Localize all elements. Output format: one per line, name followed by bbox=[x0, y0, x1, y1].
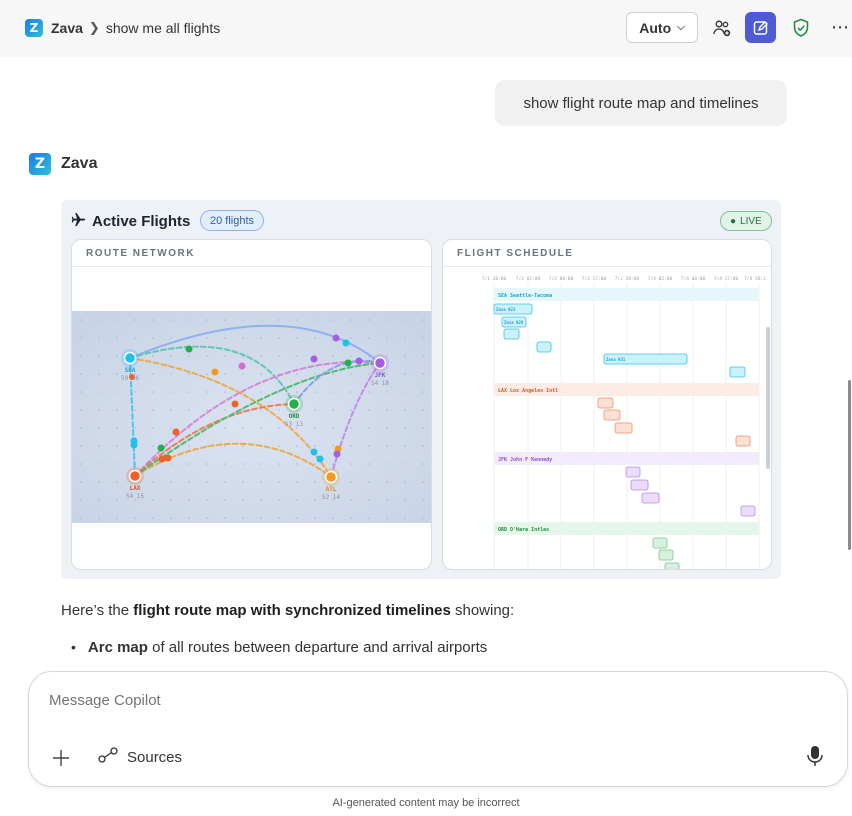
message-composer: Sources bbox=[28, 671, 848, 787]
route-map[interactable]: SEA 59 16 JFK 54 18 ORD 13 13 LAX 54 15 … bbox=[72, 311, 432, 523]
response-intro-bold: flight route map with synchronized timel… bbox=[133, 602, 451, 619]
airplane-icon bbox=[71, 212, 86, 231]
page-scrollbar[interactable] bbox=[848, 380, 851, 550]
bullet-bold: Arc map bbox=[87, 639, 148, 656]
route-network-title: ROUTE NETWORK bbox=[72, 240, 431, 267]
route-network-panel: ROUTE NETWORK SEA 59 16 JFK 54 18 ORD 13… bbox=[71, 239, 432, 570]
ai-disclaimer: AI-generated content may be incorrect bbox=[332, 797, 520, 809]
airport-sub-lax: 54 15 bbox=[126, 493, 144, 500]
live-label: LIVE bbox=[740, 215, 762, 227]
add-attachment-button[interactable] bbox=[51, 744, 71, 775]
sources-label: Sources bbox=[127, 748, 183, 766]
response-intro: Here’s the flight route map with synchro… bbox=[61, 602, 514, 619]
microphone-button[interactable] bbox=[806, 745, 824, 772]
tick-0: 7/1 20:00 bbox=[482, 276, 507, 282]
group-label-sea: SEA Seattle-Tacoma bbox=[498, 293, 552, 299]
tick-7: 7/4 17:00 bbox=[714, 276, 739, 282]
flight-schedule-panel: FLIGHT SCHEDULE 7/1 20:00 7/2 02:00 7/2 … bbox=[442, 239, 772, 570]
model-select-label: Auto bbox=[639, 19, 672, 36]
breadcrumb: Z Zava ❯ show me all flights bbox=[25, 19, 220, 37]
user-message: show flight route map and timelines bbox=[495, 80, 787, 126]
airport-sub-jfk: 54 18 bbox=[371, 380, 389, 387]
flight-sea-1: Zava 923 bbox=[496, 307, 516, 312]
tick-8: 7/4 20:1 bbox=[744, 276, 766, 282]
compose-icon[interactable] bbox=[745, 12, 776, 43]
group-label-jfk: JFK John F Kennedy bbox=[498, 457, 552, 463]
flight-schedule-title: FLIGHT SCHEDULE bbox=[443, 240, 771, 267]
tick-3: 7/2 17:00 bbox=[582, 276, 607, 282]
breadcrumb-app[interactable]: Zava bbox=[51, 20, 83, 36]
tick-6: 7/4 08:00 bbox=[681, 276, 706, 282]
shield-check-icon[interactable] bbox=[785, 12, 816, 43]
sources-icon bbox=[98, 747, 120, 767]
airport-sub-ord: 13 13 bbox=[285, 421, 303, 428]
assistant-name: Zava bbox=[61, 155, 98, 172]
message-input[interactable] bbox=[49, 692, 749, 709]
response-bullet: • Arc map of all routes between departur… bbox=[71, 639, 487, 656]
live-dot-icon: ● bbox=[730, 215, 737, 227]
card-title-text: Active Flights bbox=[92, 213, 191, 230]
assistant-header: Z Zava bbox=[29, 153, 97, 175]
group-label-ord: ORD O'Hare Intles bbox=[498, 527, 549, 533]
chevron-right-icon: ❯ bbox=[88, 20, 100, 35]
airport-sub-sea: 59 16 bbox=[121, 375, 139, 382]
sources-button[interactable]: Sources bbox=[98, 747, 182, 767]
airport-code-atl: ATL bbox=[326, 486, 337, 493]
live-badge: ● LIVE bbox=[720, 211, 772, 231]
schedule-scrollbar[interactable] bbox=[766, 327, 770, 469]
card-title: Active Flights bbox=[71, 212, 190, 231]
flight-sea-2: Zava 928 bbox=[504, 320, 524, 325]
tick-1: 7/2 02:00 bbox=[516, 276, 541, 282]
more-icon[interactable]: ⋯ bbox=[825, 12, 852, 43]
flight-count-badge: 20 flights bbox=[200, 210, 265, 231]
flight-sea-5: Zava 931 bbox=[606, 357, 626, 362]
zava-logo-icon: Z bbox=[25, 19, 43, 37]
breadcrumb-chat[interactable]: show me all flights bbox=[106, 20, 220, 36]
tick-5: 7/4 02:00 bbox=[648, 276, 673, 282]
top-bar: Z Zava ❯ show me all flights Auto ⌵ ⋯ bbox=[0, 0, 852, 57]
response-intro-suffix: showing: bbox=[450, 602, 515, 619]
bullet-rest: of all routes between departure and arri… bbox=[147, 639, 488, 656]
people-add-icon[interactable] bbox=[706, 12, 737, 43]
tick-4: 7/2 20:00 bbox=[615, 276, 640, 282]
chevron-down-icon: ⌵ bbox=[677, 22, 685, 33]
airport-code-lax: LAX bbox=[130, 485, 141, 492]
bullet-dot-icon: • bbox=[71, 639, 76, 655]
model-select[interactable]: Auto ⌵ bbox=[626, 12, 698, 43]
airport-code-sea: SEA bbox=[125, 367, 136, 374]
airport-code-ord: ORD bbox=[289, 413, 300, 420]
active-flights-card: Active Flights 20 flights ● LIVE ROUTE N… bbox=[61, 200, 781, 579]
response-intro-prefix: Here’s the bbox=[61, 602, 134, 619]
user-message-text: show flight route map and timelines bbox=[523, 94, 759, 112]
flight-schedule-gantt[interactable]: 7/1 20:00 7/2 02:00 7/2 08:00 7/2 17:00 … bbox=[443, 267, 772, 570]
microphone-icon bbox=[807, 746, 823, 766]
zava-avatar-icon: Z bbox=[29, 153, 51, 175]
airport-sub-atl: 52 14 bbox=[322, 494, 340, 501]
airport-code-jfk: JFK bbox=[375, 372, 386, 379]
group-label-lax: LAX Los Angeles Intl bbox=[498, 388, 558, 394]
tick-2: 7/2 08:00 bbox=[549, 276, 574, 282]
